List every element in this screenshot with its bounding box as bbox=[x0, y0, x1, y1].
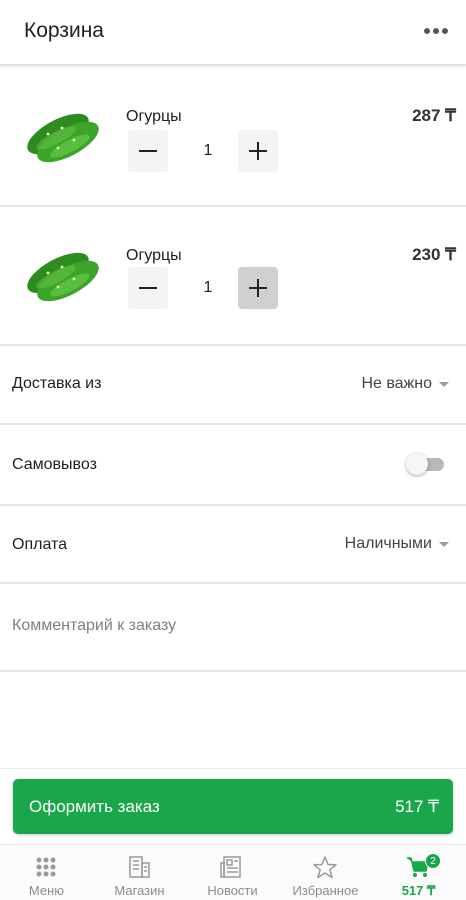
cucumber-image bbox=[27, 113, 99, 163]
payment-label: Оплата bbox=[12, 536, 68, 553]
cart-item: Огурцы 287 ₸ 1 bbox=[0, 70, 466, 207]
pickup-toggle[interactable] bbox=[406, 452, 448, 476]
star-icon bbox=[313, 856, 337, 879]
tab-favorites[interactable]: Избранное bbox=[279, 845, 372, 900]
checkout-total: 517 ₸ bbox=[395, 797, 439, 816]
page-title: Корзина bbox=[24, 19, 104, 42]
dropdown-arrow-icon bbox=[439, 382, 449, 387]
tab-cart[interactable]: 2 517 ₸ bbox=[372, 845, 465, 900]
cart-count-badge: 2 bbox=[425, 853, 441, 869]
delivery-from-row[interactable]: Доставка из Не важно bbox=[0, 348, 466, 425]
payment-value: Наличными bbox=[344, 535, 432, 552]
decrease-quantity-button[interactable] bbox=[128, 267, 168, 309]
comment-section bbox=[0, 586, 466, 672]
payment-row[interactable]: Оплата Наличными bbox=[0, 506, 466, 584]
decrease-quantity-button[interactable] bbox=[128, 130, 168, 172]
tab-label: 517 ₸ bbox=[401, 883, 436, 898]
building-icon bbox=[129, 856, 150, 878]
delivery-from-label: Доставка из bbox=[12, 375, 102, 392]
checkout-button[interactable]: Оформить заказ 517 ₸ bbox=[13, 779, 453, 834]
tab-label: Магазин bbox=[114, 883, 165, 898]
minus-icon bbox=[139, 150, 157, 152]
pickup-label: Самовывоз bbox=[12, 456, 97, 473]
minus-icon bbox=[139, 287, 157, 289]
tab-news[interactable]: Новости bbox=[186, 845, 279, 900]
item-name: Огурцы bbox=[126, 247, 182, 264]
item-name: Огурцы bbox=[126, 108, 182, 125]
item-price: 287 ₸ bbox=[412, 106, 456, 125]
tab-label: Меню bbox=[28, 883, 65, 898]
checkout-bar: Оформить заказ 517 ₸ bbox=[0, 768, 466, 844]
delivery-from-value: Не важно bbox=[361, 375, 432, 392]
newspaper-icon bbox=[220, 856, 241, 878]
more-options-icon[interactable] bbox=[424, 24, 452, 38]
quantity-value: 1 bbox=[203, 279, 213, 296]
grid-icon bbox=[36, 857, 56, 877]
checkout-label: Оформить заказ bbox=[29, 797, 160, 816]
cucumber-image bbox=[27, 252, 99, 302]
cart-item: Огурцы 230 ₸ 1 bbox=[0, 209, 466, 346]
tab-label: Новости bbox=[207, 883, 258, 898]
tab-shop[interactable]: Магазин bbox=[93, 845, 186, 900]
dropdown-arrow-icon bbox=[439, 542, 449, 547]
pickup-row: Самовывоз bbox=[0, 425, 466, 506]
quantity-value: 1 bbox=[203, 142, 213, 159]
increase-quantity-button[interactable] bbox=[238, 130, 278, 172]
bottom-nav: Меню Магазин Новости Избранное 2 517 ₸ bbox=[0, 844, 466, 900]
increase-quantity-button[interactable] bbox=[238, 267, 278, 309]
app-header: Корзина bbox=[0, 0, 466, 66]
item-price: 230 ₸ bbox=[412, 245, 456, 264]
order-comment-input[interactable] bbox=[12, 614, 452, 638]
tab-label: Избранное bbox=[292, 883, 359, 898]
tab-menu[interactable]: Меню bbox=[0, 845, 93, 900]
